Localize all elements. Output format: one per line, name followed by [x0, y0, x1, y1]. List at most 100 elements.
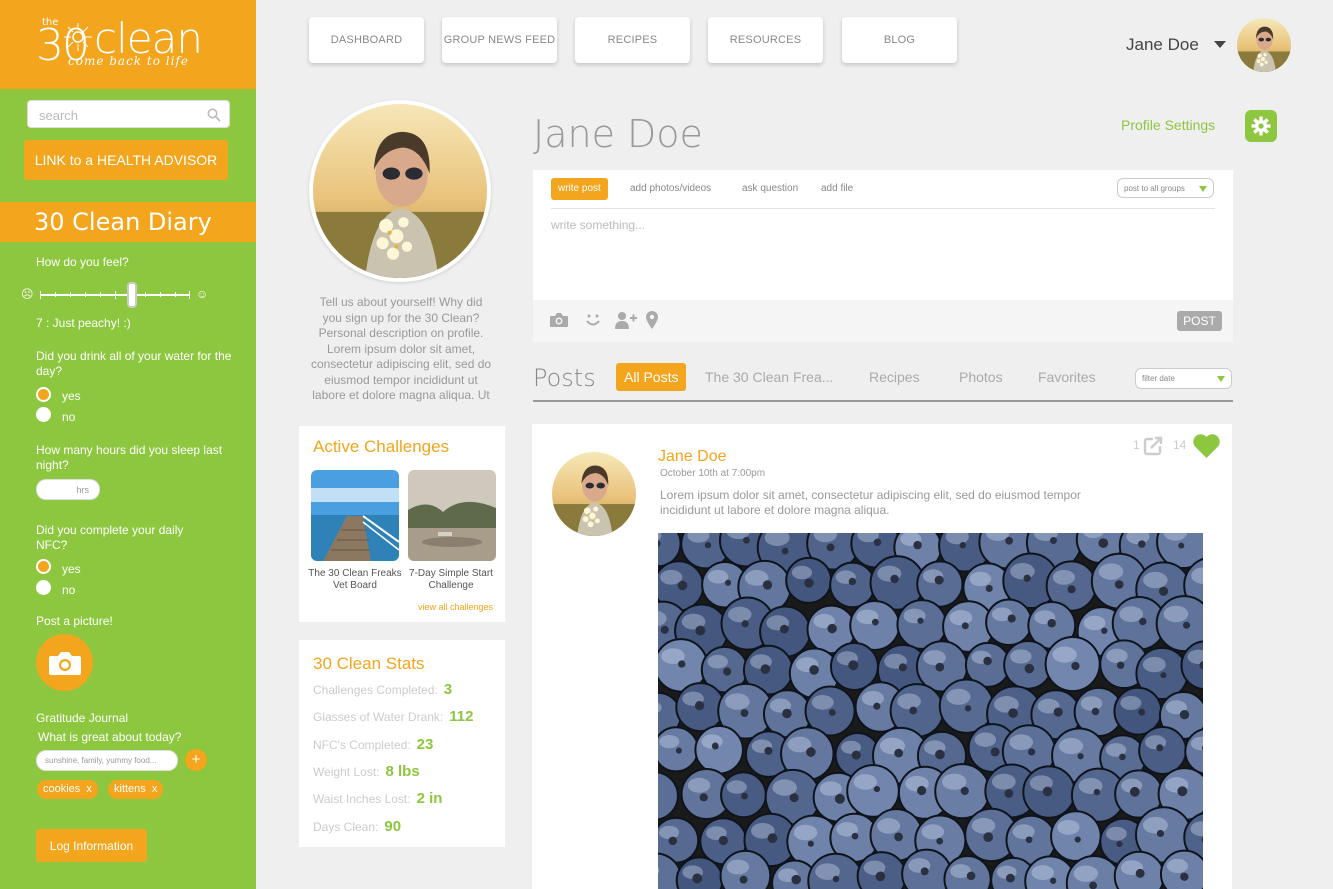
tab-all-posts[interactable]: All Posts [616, 363, 687, 391]
nav-dashboard[interactable]: DASHBOARD [309, 17, 424, 63]
audience-select[interactable]: post to all groups [1117, 178, 1214, 198]
stat-value: 23 [416, 736, 434, 753]
stat-value: 90 [384, 818, 402, 835]
link-health-advisor-button[interactable]: LINK to a HEALTH ADVISOR [24, 140, 228, 180]
stats-card: 30 Clean Stats Challenges Completed: 3 Gl… [299, 640, 505, 847]
stat-label: Weight Lost: [313, 765, 380, 779]
challenge-image-river[interactable] [408, 470, 496, 561]
stat-value: 112 [449, 708, 474, 725]
heart-icon[interactable] [1193, 434, 1220, 458]
challenge-image-pier[interactable] [311, 470, 399, 561]
filter-date-select[interactable]: filter date [1135, 368, 1232, 389]
journal-chip[interactable]: kittens x [108, 780, 164, 799]
log-information-button[interactable]: Log Information [36, 829, 147, 862]
nfc-no-radio[interactable] [36, 580, 51, 595]
view-all-challenges-link[interactable]: view all challenges [418, 602, 493, 612]
stat-value: 3 [443, 681, 453, 698]
nfc-yes-radio[interactable] [36, 559, 51, 574]
profile-about-text: Tell us about yourself! Why did you sign… [310, 295, 492, 402]
journal-chip[interactable]: cookies x [37, 780, 98, 799]
water-yes-radio[interactable] [36, 387, 51, 402]
feel-slider-track[interactable] [40, 291, 190, 299]
avatar[interactable] [1237, 18, 1291, 72]
sleep-question: How many hours did you sleep last night? [36, 443, 223, 472]
tab-add-photos-videos[interactable]: add photos/videos [623, 178, 718, 200]
stat-row: NFC's Completed: 23 [313, 736, 433, 753]
camera-icon[interactable] [549, 311, 569, 329]
search-input[interactable]: search [27, 100, 230, 128]
stat-row: Days Clean: 90 [313, 818, 401, 835]
chevron-down-icon [1217, 376, 1225, 382]
diary-title: 30 Clean Diary [0, 202, 256, 242]
post-picture-button[interactable] [36, 634, 93, 691]
challenge-label[interactable]: The 30 Clean Freaks Vet Board [307, 568, 403, 592]
stat-value: 2 in [416, 790, 443, 807]
nfc-question: Did you complete your daily NFC? [36, 523, 184, 552]
post-body-text: Lorem ipsum dolor sit amet, consectetur … [660, 488, 1081, 517]
post-author-name[interactable]: Jane Doe [658, 448, 727, 466]
tab-favorites[interactable]: Favorites [1038, 369, 1096, 385]
water-yes-label: yes [62, 389, 81, 403]
user-menu-name[interactable]: Jane Doe [1126, 35, 1199, 55]
settings-button[interactable] [1245, 110, 1277, 142]
tab-recipes[interactable]: Recipes [869, 369, 920, 385]
tab-ask-question[interactable]: ask question [735, 178, 805, 200]
search-placeholder: search [39, 108, 79, 123]
chevron-down-icon [1199, 186, 1207, 192]
page-title: Jane Doe [533, 112, 703, 156]
post-image-blueberries[interactable] [658, 533, 1203, 889]
stat-row: Waist Inches Lost: 2 in [313, 790, 442, 807]
smiley-icon[interactable] [584, 311, 602, 329]
stats-title: 30 Clean Stats [313, 654, 425, 673]
location-pin-icon[interactable] [646, 311, 658, 329]
chip-remove-icon[interactable]: x [152, 783, 158, 795]
post-picture-label: Post a picture! [36, 614, 113, 628]
posts-heading: Posts [533, 364, 596, 392]
nav-group-news-feed[interactable]: GROUP NEWS FEED [442, 17, 557, 63]
feel-value: 7 : Just peachy! :) [36, 316, 131, 330]
share-count: 1 [1133, 438, 1140, 452]
active-challenges-card: Active Challenges The 30 Clean Freaks Ve… [299, 426, 505, 622]
journal-input[interactable]: sunshine, family, yummy food... [36, 750, 178, 771]
sleep-hours-input[interactable]: hrs [36, 479, 100, 500]
gear-icon [1251, 116, 1271, 136]
share-icon[interactable] [1143, 436, 1163, 456]
nfc-yes-label: yes [62, 562, 81, 576]
water-no-label: no [62, 410, 76, 424]
audience-select-value: post to all groups [1124, 184, 1185, 193]
nav-resources[interactable]: RESOURCES [708, 17, 823, 63]
post-text-input[interactable]: write something... [551, 218, 645, 232]
chevron-down-icon[interactable] [1214, 41, 1226, 48]
like-count: 14 [1173, 438, 1187, 452]
nav-blog[interactable]: BLOG [842, 17, 957, 63]
posts-divider [533, 400, 1233, 402]
nfc-no-label: no [62, 583, 76, 597]
journal-add-button[interactable]: + [185, 749, 207, 771]
add-person-icon[interactable] [615, 311, 637, 329]
post-composer: write post add photos/videos ask questio… [533, 170, 1233, 300]
stat-row: Challenges Completed: 3 [313, 681, 452, 698]
post-button[interactable]: POST [1177, 311, 1222, 331]
post-author-avatar[interactable] [552, 452, 636, 536]
challenge-label[interactable]: 7-Day Simple Start Challenge [403, 568, 499, 592]
tab-photos[interactable]: Photos [959, 369, 1003, 385]
sad-face-icon: ☹ [21, 287, 34, 301]
sidebar: the 30 clean come back to life search LI… [0, 0, 256, 889]
chip-label: cookies [43, 783, 81, 795]
tab-30-clean-freaks[interactable]: The 30 Clean Frea... [705, 369, 833, 385]
tab-write-post[interactable]: write post [551, 178, 608, 200]
profile-photo[interactable] [309, 100, 491, 282]
logo[interactable]: the 30 clean come back to life [0, 0, 256, 89]
nav-recipes[interactable]: RECIPES [575, 17, 690, 63]
camera-icon [48, 651, 81, 675]
chip-remove-icon[interactable]: x [86, 783, 92, 795]
active-challenges-title: Active Challenges [313, 437, 450, 456]
water-no-radio[interactable] [36, 407, 51, 422]
profile-settings-link[interactable]: Profile Settings [1121, 117, 1215, 133]
stat-label: Days Clean: [313, 820, 379, 834]
tab-add-file[interactable]: add file [814, 178, 860, 200]
logo-tagline: come back to life [68, 54, 189, 68]
sun-icon [64, 23, 92, 51]
feel-slider-handle[interactable] [127, 282, 137, 308]
stat-row: Weight Lost: 8 lbs [313, 763, 420, 780]
